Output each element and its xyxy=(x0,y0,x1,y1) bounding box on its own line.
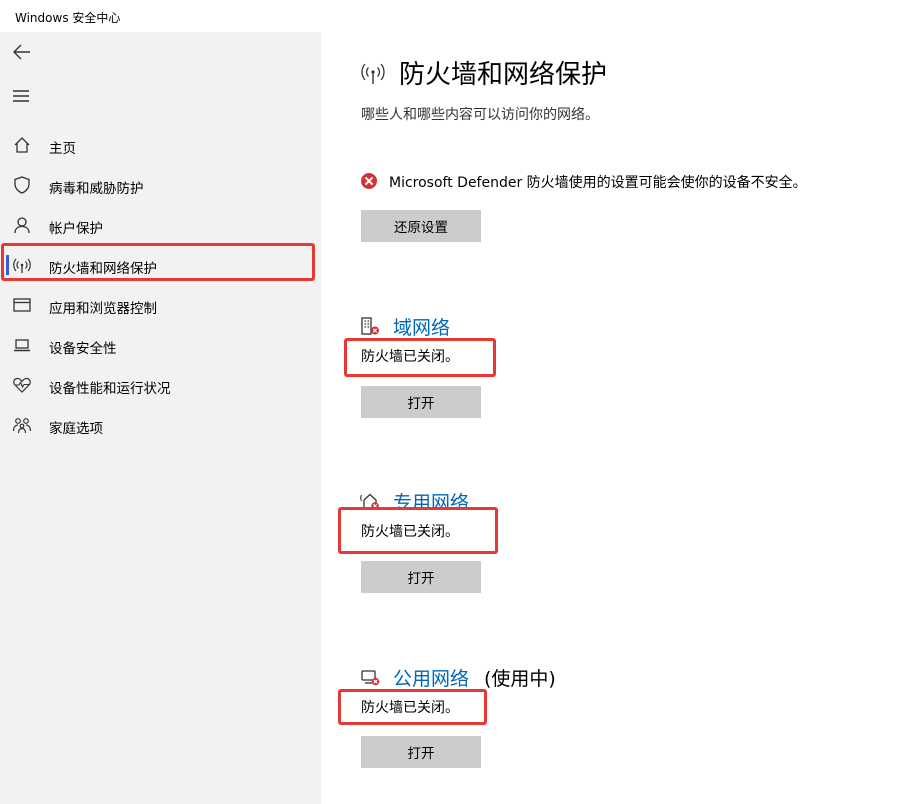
sidebar-item-virus-protection[interactable]: 病毒和威胁防护 xyxy=(0,165,321,205)
sidebar-item-family-options[interactable]: 家庭选项 xyxy=(0,405,321,445)
title-bar: Windows 安全中心 xyxy=(0,0,909,32)
sidebar-item-label: 主页 xyxy=(49,141,76,157)
home-icon xyxy=(14,137,30,153)
sidebar-item-label: 帐户保护 xyxy=(49,221,103,237)
page-title: 防火墙和网络保护 xyxy=(399,60,608,90)
public-network-link[interactable]: 公用网络 xyxy=(393,664,469,691)
restore-settings-button[interactable]: 还原设置 xyxy=(361,210,481,242)
domain-network-link[interactable]: 域网络 xyxy=(393,313,450,340)
sidebar-item-account-protection[interactable]: 帐户保护 xyxy=(0,205,321,245)
page-subtitle: 哪些人和哪些内容可以访问你的网络。 xyxy=(361,107,599,123)
family-icon xyxy=(12,418,32,434)
error-icon xyxy=(361,173,377,189)
back-arrow-icon[interactable] xyxy=(10,40,34,64)
domain-network-turn-on-button[interactable]: 打开 xyxy=(361,386,481,418)
public-network-turn-on-button[interactable]: 打开 xyxy=(361,736,481,768)
sidebar: 主页 病毒和威胁防护 帐户保护 防火墙和网络保护 应用和浏览器控制 设备安全性 … xyxy=(0,32,321,804)
heart-pulse-icon xyxy=(13,377,31,393)
person-icon xyxy=(14,217,30,234)
highlight-box-public-status xyxy=(338,689,487,725)
browser-window-icon xyxy=(13,298,31,312)
sidebar-item-label: 设备安全性 xyxy=(49,341,117,357)
private-network-status-overlay: 防火墙已关闭。 xyxy=(361,524,459,540)
wifi-antenna-icon xyxy=(361,63,385,84)
main-content: 防火墙和网络保护 哪些人和哪些内容可以访问你的网络。 Microsoft Def… xyxy=(321,32,909,804)
sidebar-item-label: 病毒和威胁防护 xyxy=(49,181,144,197)
laptop-icon xyxy=(14,339,30,352)
highlight-box-domain-status xyxy=(344,338,496,377)
sidebar-item-label: 家庭选项 xyxy=(49,421,103,437)
sidebar-item-device-performance[interactable]: 设备性能和运行状况 xyxy=(0,365,321,405)
sidebar-item-label: 应用和浏览器控制 xyxy=(49,301,157,317)
highlight-box-active-nav xyxy=(1,243,315,281)
sidebar-item-device-security[interactable]: 设备安全性 xyxy=(0,325,321,365)
warning-message: Microsoft Defender 防火墙使用的设置可能会使你的设备不安全。 xyxy=(389,175,807,191)
domain-network-icon xyxy=(361,317,379,335)
public-network-icon xyxy=(361,670,380,686)
private-network-turn-on-button[interactable]: 打开 xyxy=(361,561,481,593)
public-network-in-use-label: (使用中) xyxy=(484,668,556,690)
sidebar-item-label: 设备性能和运行状况 xyxy=(49,381,171,397)
sidebar-item-app-browser-control[interactable]: 应用和浏览器控制 xyxy=(0,285,321,325)
sidebar-item-home[interactable]: 主页 xyxy=(0,125,321,165)
window-title: Windows 安全中心 xyxy=(15,11,121,25)
shield-icon xyxy=(14,176,30,194)
hamburger-menu-icon[interactable] xyxy=(10,84,34,108)
